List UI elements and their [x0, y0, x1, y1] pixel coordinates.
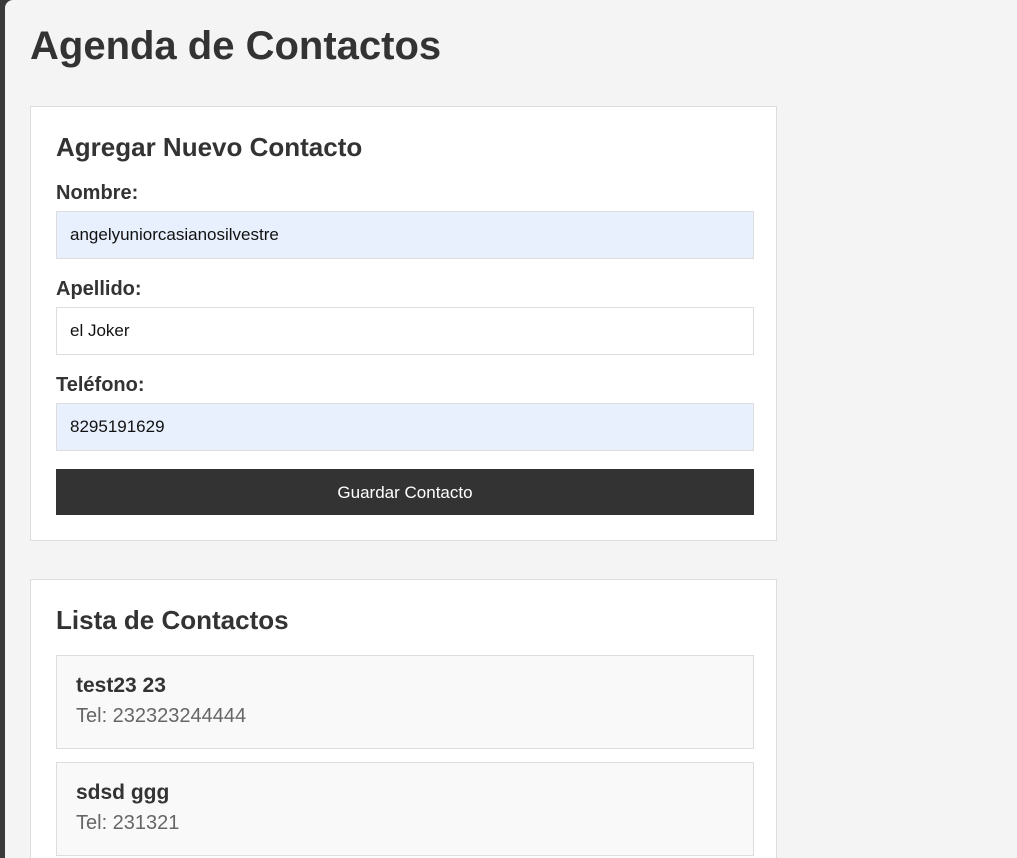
contact-name: test23 23 [76, 674, 166, 697]
telefono-input[interactable]: 8295191629 [56, 403, 754, 451]
nombre-label: Nombre: [56, 182, 139, 204]
contact-phone: Tel: 231321 [76, 812, 180, 834]
contact-name: sdsd ggg [76, 781, 170, 804]
list-heading: Lista de Contactos [56, 605, 289, 635]
contact-list: Lista de Contactos test23 23 Tel: 232323… [30, 579, 777, 858]
telefono-label: Teléfono: [56, 374, 145, 396]
save-contact-button[interactable]: Guardar Contacto [56, 469, 754, 515]
list-item[interactable]: sdsd ggg Tel: 231321 [56, 762, 754, 856]
page-title: Agenda de Contactos [30, 24, 442, 68]
contact-phone: Tel: 232323244444 [76, 705, 247, 727]
page: Agenda de Contactos Agregar Nuevo Contac… [5, 0, 1017, 858]
list-item[interactable]: test23 23 Tel: 232323244444 [56, 655, 754, 749]
apellido-input[interactable]: el Joker [56, 307, 754, 355]
apellido-label: Apellido: [56, 278, 142, 300]
add-contact-form: Agregar Nuevo Contacto Nombre: angelyuni… [30, 106, 777, 541]
form-heading: Agregar Nuevo Contacto [56, 132, 363, 162]
nombre-input[interactable]: angelyuniorcasianosilvestre [56, 211, 754, 259]
